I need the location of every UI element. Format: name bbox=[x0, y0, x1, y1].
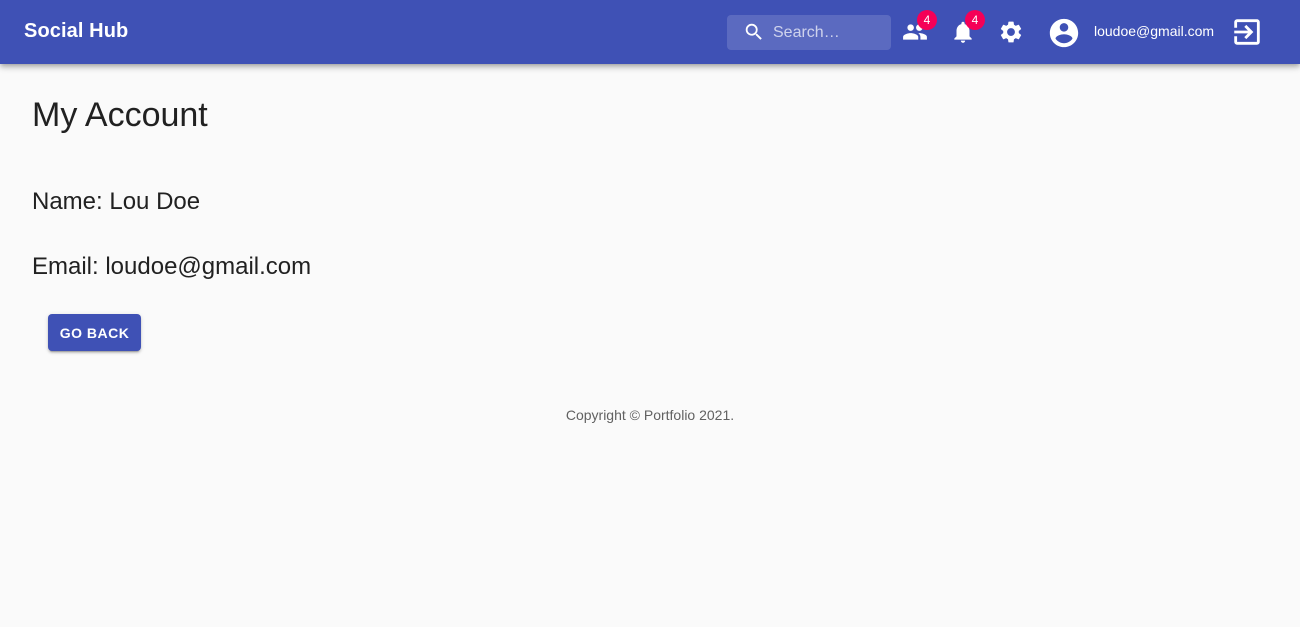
account-name: Name: Lou Doe bbox=[32, 188, 201, 215]
search-input[interactable] bbox=[773, 15, 887, 50]
logout-icon bbox=[1234, 19, 1260, 45]
app-bar: Social Hub 4 4 loudoe@gmail.com bbox=[0, 0, 1300, 64]
friends-button[interactable]: 4 bbox=[902, 10, 937, 45]
go-back-button[interactable]: Go back bbox=[48, 314, 141, 351]
logout-button[interactable] bbox=[1230, 15, 1264, 49]
footer-copyright: Copyright © Portfolio 2021. bbox=[565, 407, 735, 423]
gear-icon bbox=[1000, 21, 1022, 43]
settings-button[interactable] bbox=[998, 19, 1024, 45]
user-email: loudoe@gmail.com bbox=[1094, 23, 1215, 39]
notifications-badge: 4 bbox=[965, 10, 985, 30]
notifications-button[interactable]: 4 bbox=[950, 10, 985, 45]
page-title: My Account bbox=[32, 96, 208, 134]
brand-title[interactable]: Social Hub bbox=[24, 20, 128, 43]
account-button[interactable] bbox=[1047, 16, 1081, 50]
friends-badge: 4 bbox=[917, 10, 937, 30]
account-email: Email: loudoe@gmail.com bbox=[32, 253, 312, 280]
account-circle-icon bbox=[1049, 18, 1079, 48]
search-icon bbox=[745, 23, 762, 40]
search-box[interactable] bbox=[727, 15, 891, 50]
